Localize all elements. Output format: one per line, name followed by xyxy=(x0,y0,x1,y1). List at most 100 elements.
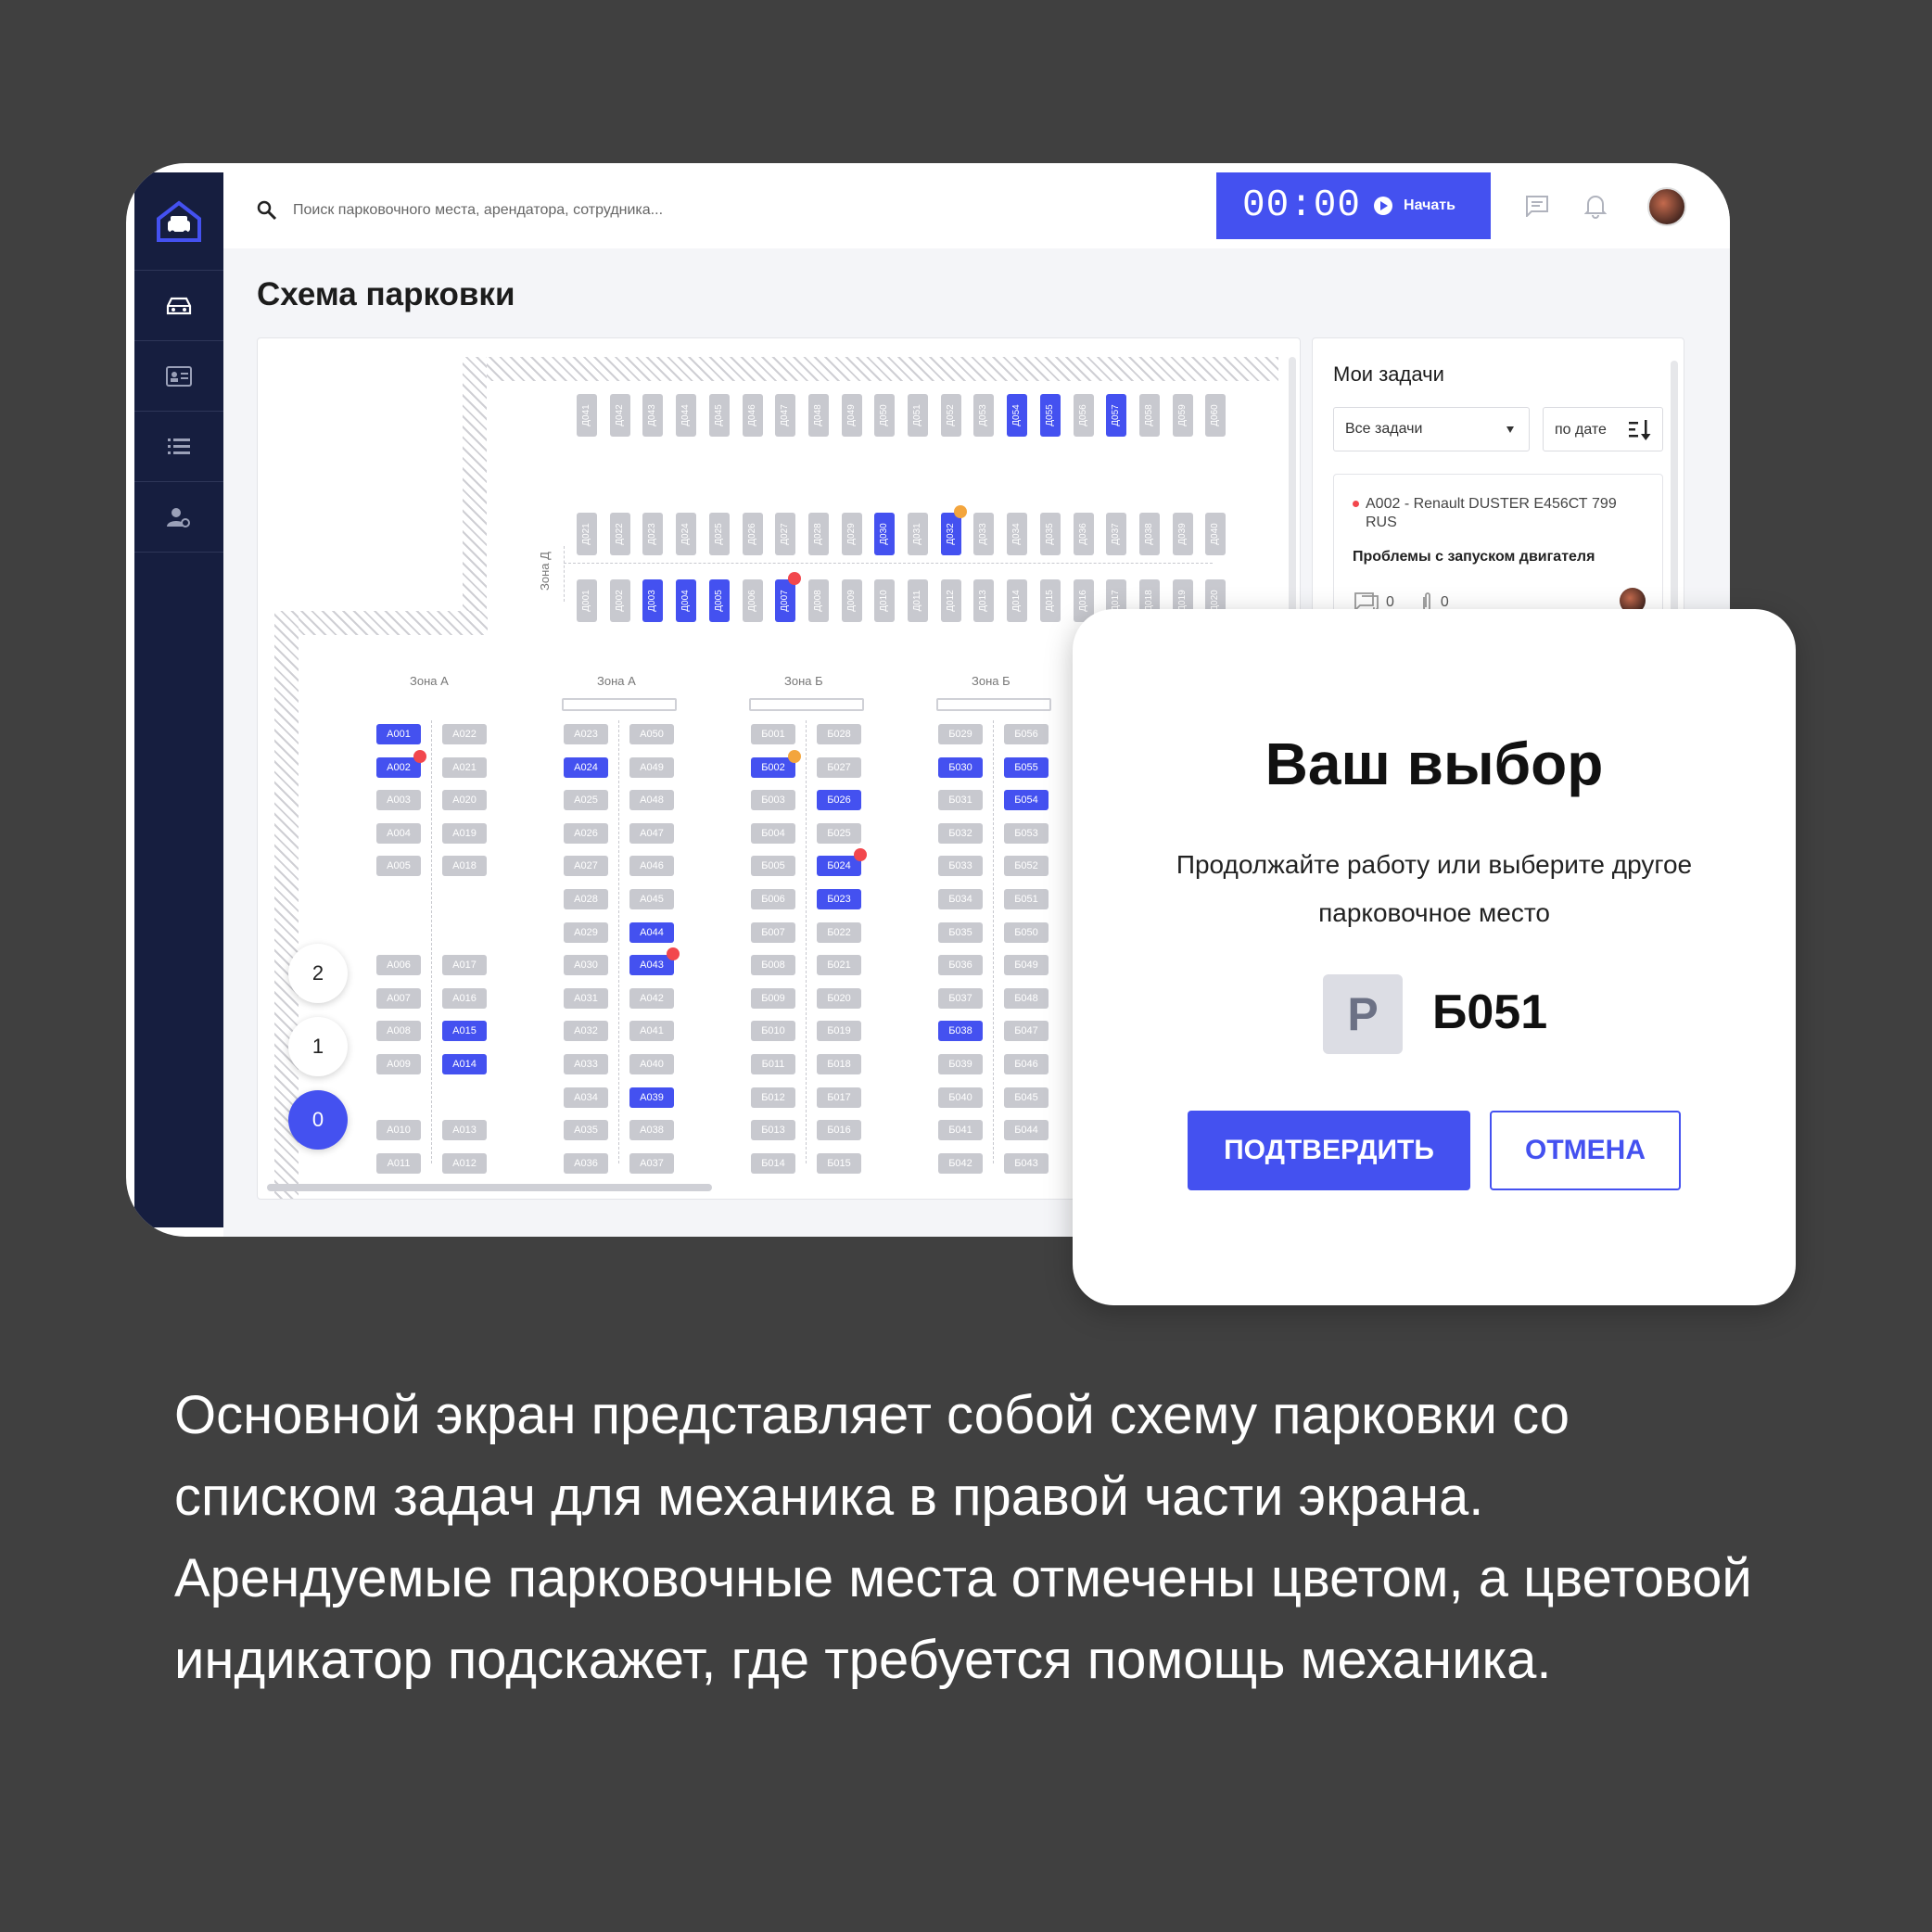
parking-spot[interactable]: Д048 xyxy=(807,394,829,437)
parking-spot[interactable]: А023 xyxy=(564,724,608,744)
parking-spot[interactable]: Д044 xyxy=(676,394,697,437)
parking-spot[interactable]: А038 xyxy=(629,1120,674,1141)
parking-spot[interactable]: Д013 xyxy=(973,579,995,622)
parking-spot[interactable]: Д047 xyxy=(775,394,796,437)
parking-spot[interactable]: Д056 xyxy=(1073,394,1094,437)
parking-spot[interactable]: Б017 xyxy=(817,1087,861,1108)
parking-spot[interactable]: Б016 xyxy=(817,1120,861,1141)
parking-spot[interactable]: Д004 xyxy=(676,579,697,622)
parking-spot[interactable]: А032 xyxy=(564,1021,608,1042)
parking-spot[interactable]: Б022 xyxy=(817,922,861,943)
parking-spot[interactable]: Д012 xyxy=(940,579,961,622)
parking-spot[interactable]: А024 xyxy=(564,756,608,778)
parking-spot[interactable]: Д005 xyxy=(708,579,730,622)
parking-spot[interactable]: А039 xyxy=(629,1087,674,1108)
parking-spot[interactable]: Б028 xyxy=(817,724,861,744)
parking-spot[interactable]: Б005 xyxy=(751,856,795,877)
parking-spot[interactable]: А040 xyxy=(629,1054,674,1074)
parking-spot[interactable]: Д034 xyxy=(1007,513,1028,555)
parking-spot[interactable]: Д046 xyxy=(742,394,763,437)
parking-spot[interactable]: А009 xyxy=(376,1054,421,1074)
parking-spot[interactable]: А013 xyxy=(442,1120,487,1141)
parking-spot[interactable]: Д003 xyxy=(642,579,664,622)
parking-spot[interactable]: Б033 xyxy=(938,856,983,877)
parking-spot[interactable]: А015 xyxy=(442,1021,487,1042)
parking-spot[interactable]: Д027 xyxy=(775,513,796,555)
map-horizontal-scrollbar[interactable] xyxy=(267,1184,712,1191)
parking-spot[interactable]: Б007 xyxy=(751,922,795,943)
parking-spot[interactable]: А004 xyxy=(376,822,421,844)
parking-spot[interactable]: Д029 xyxy=(841,513,862,555)
parking-spot[interactable]: Б055 xyxy=(1004,756,1049,778)
parking-spot[interactable]: Б001 xyxy=(751,724,795,744)
parking-spot[interactable]: Б004 xyxy=(751,822,795,844)
parking-spot[interactable]: А016 xyxy=(442,987,487,1009)
tasks-sort-select[interactable]: по дате xyxy=(1543,407,1663,451)
parking-spot[interactable]: Б012 xyxy=(751,1087,795,1108)
start-button[interactable]: Начать xyxy=(1374,197,1455,215)
user-avatar[interactable] xyxy=(1647,187,1686,226)
sidebar-item-staff[interactable] xyxy=(134,482,223,553)
parking-spot[interactable]: А006 xyxy=(376,955,421,976)
parking-spot[interactable]: Б020 xyxy=(817,987,861,1009)
parking-spot[interactable]: А031 xyxy=(564,987,608,1009)
parking-spot[interactable]: Б024 xyxy=(817,856,861,877)
parking-spot[interactable]: Б052 xyxy=(1004,856,1049,877)
parking-spot[interactable]: Б031 xyxy=(938,790,983,811)
parking-spot[interactable]: Б051 xyxy=(1004,889,1049,909)
parking-spot[interactable]: А046 xyxy=(629,856,674,877)
parking-spot[interactable]: Д054 xyxy=(1007,394,1028,437)
parking-spot[interactable]: А044 xyxy=(629,922,674,943)
logo-icon[interactable] xyxy=(134,172,223,271)
parking-spot[interactable]: Д014 xyxy=(1007,579,1028,622)
parking-spot[interactable]: Д040 xyxy=(1205,513,1227,555)
parking-spot[interactable]: Б029 xyxy=(938,724,983,744)
parking-spot[interactable]: Б037 xyxy=(938,987,983,1009)
parking-spot[interactable]: Д037 xyxy=(1106,513,1127,555)
parking-spot[interactable]: Д050 xyxy=(874,394,896,437)
parking-spot[interactable]: А034 xyxy=(564,1087,608,1108)
parking-spot[interactable]: Б044 xyxy=(1004,1120,1049,1141)
parking-spot[interactable]: А048 xyxy=(629,790,674,811)
parking-spot[interactable]: А036 xyxy=(564,1152,608,1174)
parking-spot[interactable]: Д031 xyxy=(908,513,928,555)
parking-spot[interactable]: А049 xyxy=(629,756,674,778)
parking-spot[interactable]: Д024 xyxy=(676,513,697,555)
parking-spot[interactable]: Б049 xyxy=(1004,955,1049,976)
parking-spot[interactable]: А041 xyxy=(629,1021,674,1042)
parking-spot[interactable]: А029 xyxy=(564,922,608,943)
parking-spot[interactable]: Д015 xyxy=(1039,579,1061,622)
parking-spot[interactable]: Д022 xyxy=(609,513,630,555)
parking-spot[interactable]: Д038 xyxy=(1138,513,1160,555)
parking-spot[interactable]: Б003 xyxy=(751,790,795,811)
parking-spot[interactable]: Б011 xyxy=(751,1054,795,1074)
parking-spot[interactable]: Б018 xyxy=(817,1054,861,1074)
sidebar-item-tenants[interactable] xyxy=(134,341,223,412)
parking-spot[interactable]: Б043 xyxy=(1004,1152,1049,1174)
parking-spot[interactable]: Д007 xyxy=(775,579,796,622)
parking-spot[interactable]: Б045 xyxy=(1004,1087,1049,1108)
parking-spot[interactable]: Б054 xyxy=(1004,790,1049,811)
parking-spot[interactable]: Б027 xyxy=(817,756,861,778)
parking-spot[interactable]: Б035 xyxy=(938,922,983,943)
parking-spot[interactable]: А033 xyxy=(564,1054,608,1074)
parking-spot[interactable]: Д058 xyxy=(1138,394,1160,437)
parking-spot[interactable]: А045 xyxy=(629,889,674,909)
parking-spot[interactable]: Б032 xyxy=(938,822,983,844)
parking-spot[interactable]: Б048 xyxy=(1004,987,1049,1009)
confirm-button[interactable]: ПОДТВЕРДИТЬ xyxy=(1188,1111,1470,1190)
parking-spot[interactable]: Д036 xyxy=(1073,513,1094,555)
parking-spot[interactable]: Д002 xyxy=(609,579,630,622)
parking-spot[interactable]: А019 xyxy=(442,822,487,844)
parking-spot[interactable]: Д008 xyxy=(807,579,829,622)
parking-spot[interactable]: Д021 xyxy=(577,513,597,555)
parking-spot[interactable]: Б010 xyxy=(751,1021,795,1042)
parking-spot[interactable]: Б038 xyxy=(938,1021,983,1042)
parking-spot[interactable]: Б015 xyxy=(817,1152,861,1174)
parking-spot[interactable]: А030 xyxy=(564,955,608,976)
parking-spot[interactable]: А020 xyxy=(442,790,487,811)
parking-spot[interactable]: Д033 xyxy=(973,513,995,555)
parking-spot[interactable]: Д051 xyxy=(908,394,928,437)
parking-spot[interactable]: А017 xyxy=(442,955,487,976)
parking-spot[interactable]: Д039 xyxy=(1172,513,1193,555)
